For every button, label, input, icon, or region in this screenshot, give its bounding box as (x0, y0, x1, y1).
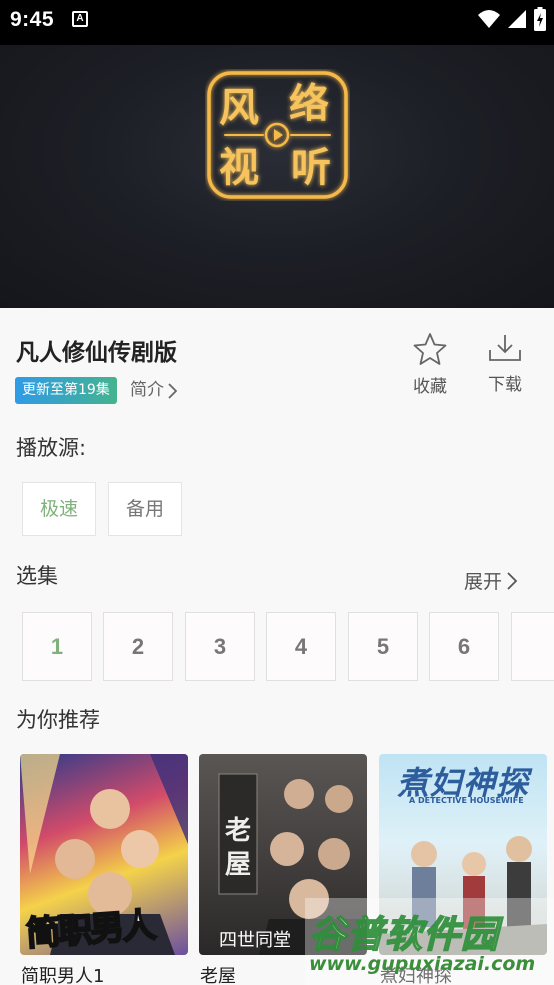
video-logo-char: 络 (289, 80, 329, 127)
source-fast-button[interactable]: 极速 (22, 482, 96, 536)
chevron-right-icon (507, 571, 518, 590)
status-icons (478, 7, 546, 31)
drama-title: 凡人修仙传剧版 (16, 340, 177, 366)
download-icon (489, 335, 521, 361)
status-bar: 9:45 A (0, 0, 554, 45)
poster-caption: 四世同堂 (219, 930, 291, 951)
video-logo-char: 视 (219, 144, 259, 191)
episode-item[interactable]: 5 (348, 612, 418, 681)
episode-item[interactable]: 1 (22, 612, 92, 681)
watermark-name: 谷普软件园 (308, 912, 499, 957)
chevron-right-icon (168, 382, 177, 399)
source-heading: 播放源: (16, 436, 87, 460)
poster-subtext: A DETECTIVE HOUSEWIFE (409, 796, 524, 805)
video-logo-char: 风 (219, 84, 259, 131)
detail-panel: 凡人修仙传剧版 更新至第19集 简介 收藏 下载 播放源: 极速 备用 选集 展… (0, 308, 554, 985)
episode-item[interactable]: 6 (429, 612, 499, 681)
battery-icon (534, 7, 546, 31)
favorite-button[interactable]: 收藏 (404, 332, 456, 397)
poster-text: 简职男人 (24, 905, 156, 955)
download-label: 下载 (488, 375, 522, 395)
wifi-icon (478, 10, 500, 28)
recommend-poster: 简职男人 (20, 754, 188, 955)
recommend-heading: 为你推荐 (16, 708, 100, 732)
recommend-card[interactable]: 简职男人 简职男人1 (20, 754, 188, 985)
episode-item-partial[interactable] (511, 612, 554, 681)
expand-label: 展开 (464, 571, 503, 593)
episode-item[interactable]: 3 (185, 612, 255, 681)
watermark: 谷普软件园 www.gupuxiazai.com (305, 898, 554, 985)
download-button[interactable]: 下载 (480, 332, 530, 395)
video-logo-char: 听 (291, 144, 331, 191)
watermark-url: www.gupuxiazai.com (309, 953, 536, 975)
intro-link[interactable]: 简介 (130, 377, 177, 404)
notification-a-icon: A (72, 11, 88, 27)
episode-item[interactable]: 4 (266, 612, 336, 681)
video-logo: 风 络 视 听 (207, 71, 348, 199)
recommend-title: 简职男人1 (21, 966, 105, 985)
recommend-title: 老屋 (200, 966, 236, 985)
video-player[interactable]: 风 络 视 听 (0, 45, 554, 308)
signal-icon (508, 10, 526, 28)
favorite-label: 收藏 (413, 377, 447, 397)
intro-label: 简介 (130, 380, 164, 400)
update-badge: 更新至第19集 (15, 377, 117, 404)
episode-item[interactable]: 2 (103, 612, 173, 681)
poster-text: 老屋 (225, 816, 252, 880)
status-time: 9:45 (10, 8, 55, 31)
episode-heading: 选集 (16, 564, 58, 588)
source-backup-button[interactable]: 备用 (108, 482, 182, 536)
expand-episodes-link[interactable]: 展开 (464, 567, 518, 594)
star-icon (413, 333, 447, 365)
